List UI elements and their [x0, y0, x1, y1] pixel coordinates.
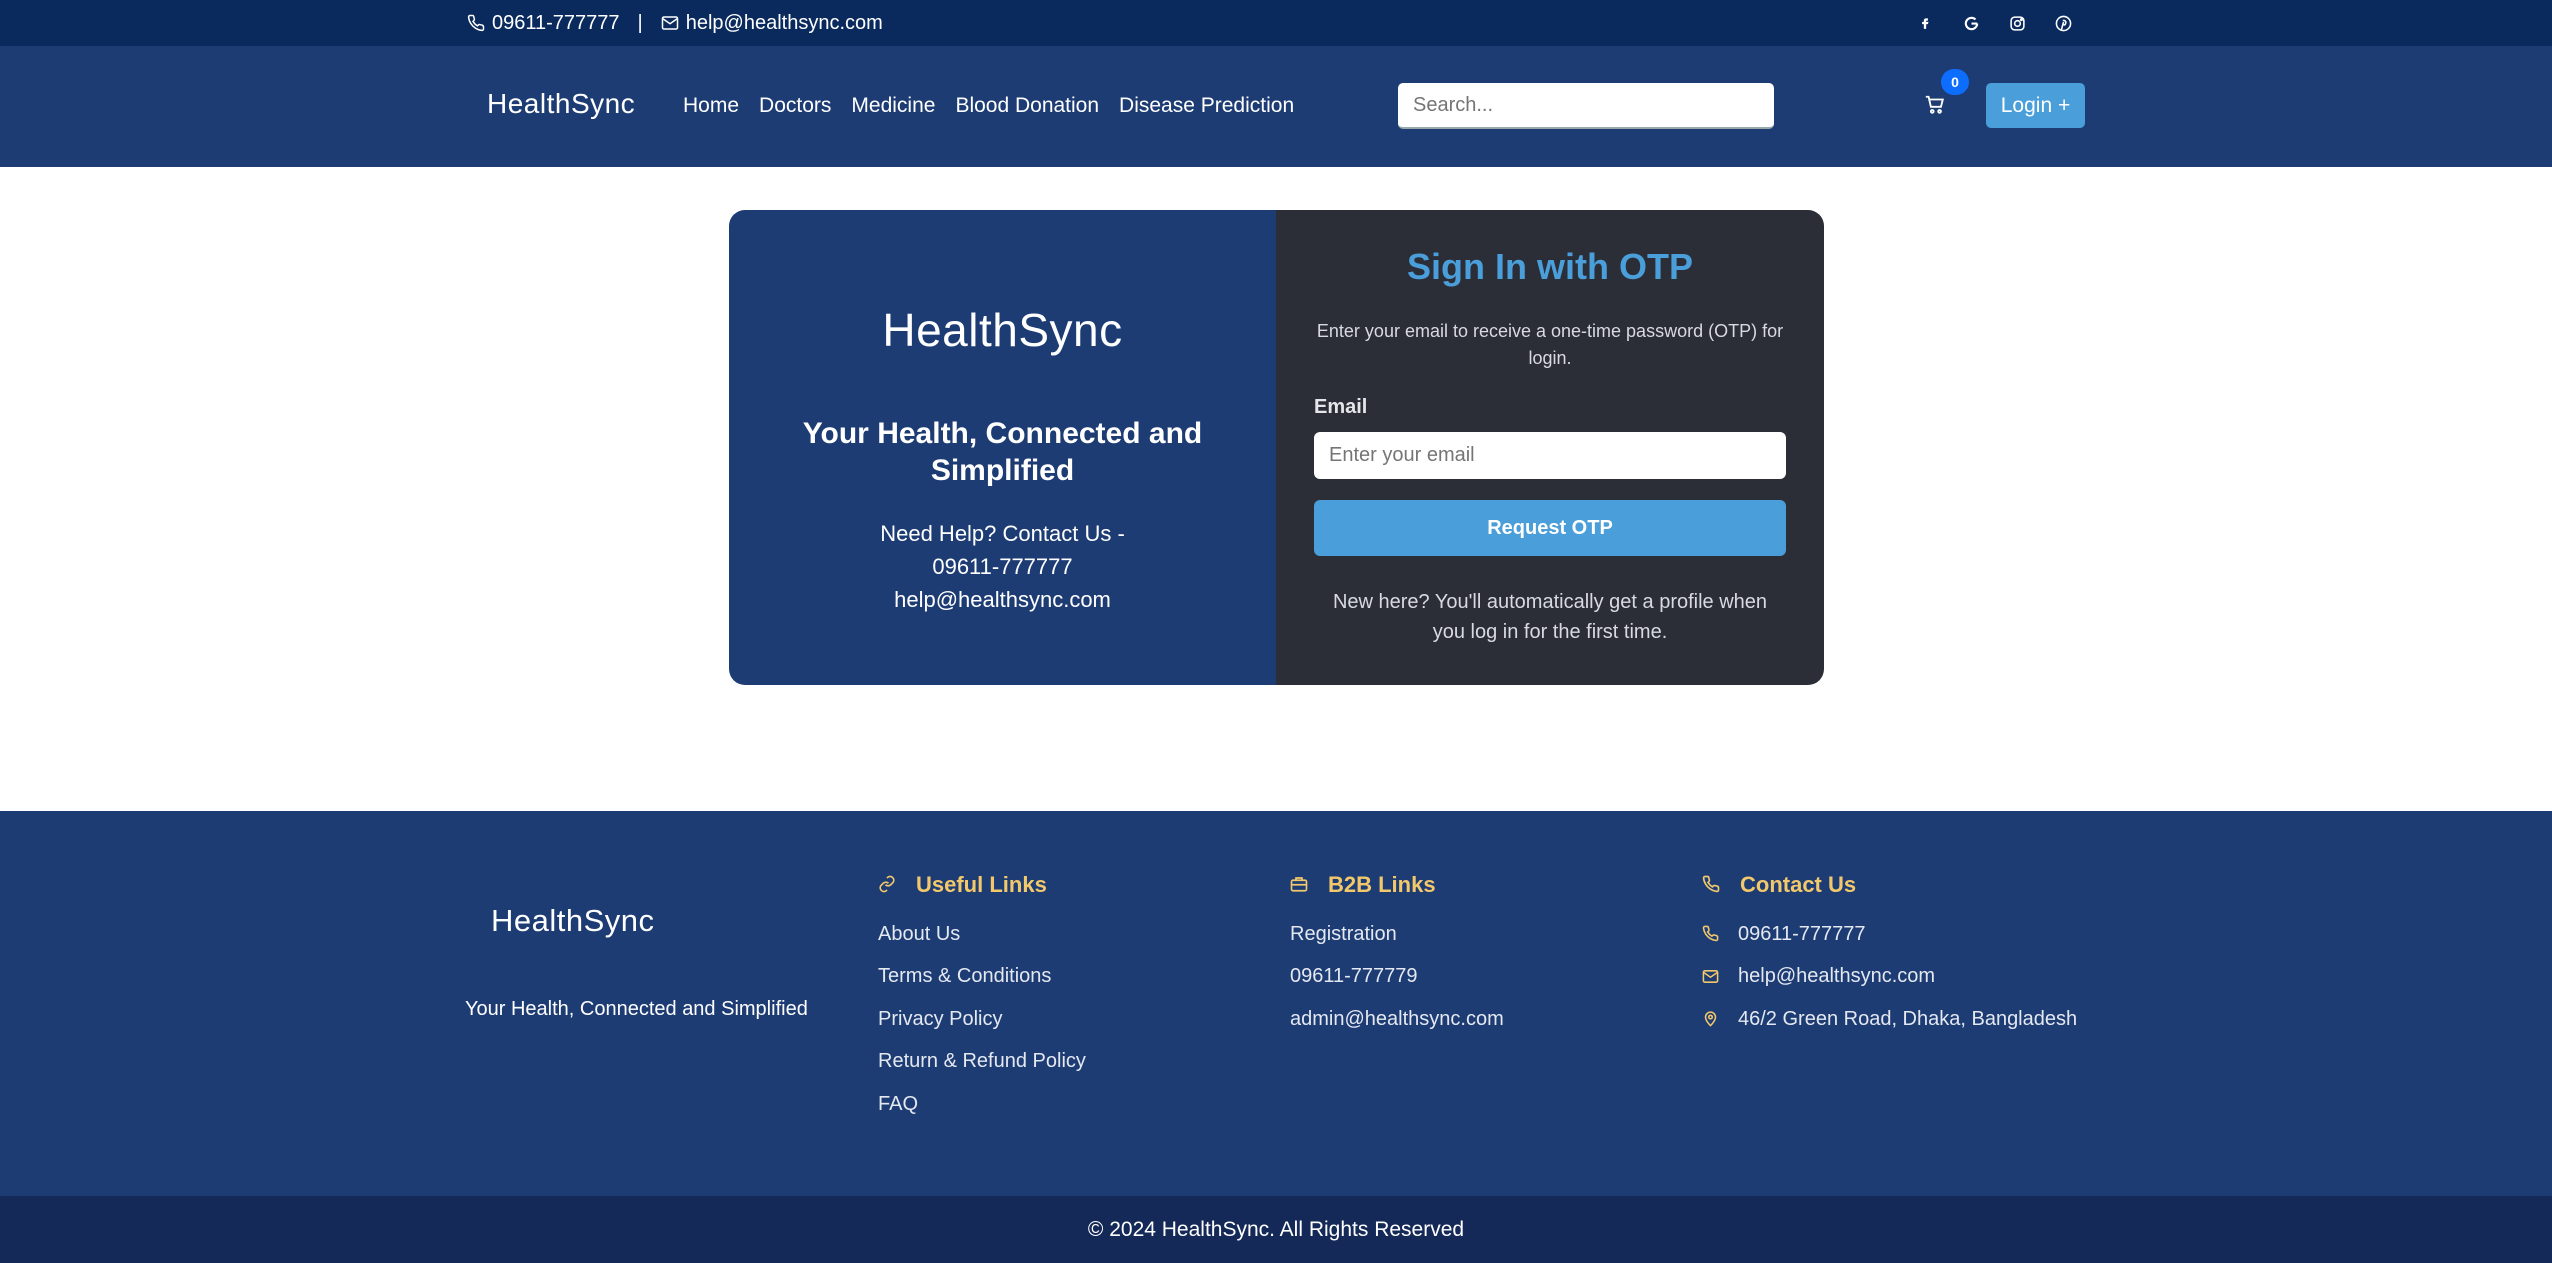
- mail-icon: [661, 14, 679, 32]
- b2b-link-email[interactable]: admin@healthsync.com: [1290, 998, 1504, 1041]
- useful-links-title: Useful Links: [916, 872, 1047, 897]
- brand-logo: HealthSync: [882, 304, 1123, 356]
- pinterest-icon[interactable]: [2054, 14, 2072, 32]
- contact-address: 46/2 Green Road, Dhaka, Bangladesh: [1702, 998, 2077, 1041]
- contact-title: Contact Us: [1740, 872, 1857, 897]
- cart-count-badge: 0: [1941, 69, 1969, 95]
- request-otp-button[interactable]: Request OTP: [1314, 500, 1786, 556]
- footer-link-faq[interactable]: FAQ: [878, 1083, 1086, 1126]
- top-bar: 09611-777777 | help@healthsync.com: [0, 0, 2552, 46]
- help-text: Need Help? Contact Us -: [880, 521, 1125, 546]
- nav-medicine[interactable]: Medicine: [851, 94, 935, 118]
- top-email[interactable]: help@healthsync.com: [686, 12, 883, 35]
- new-user-note: New here? You'll automatically get a pro…: [1332, 591, 1768, 643]
- help-phone[interactable]: 09611-777777: [809, 550, 1196, 583]
- form-title: Sign In with OTP: [1407, 246, 1693, 287]
- briefcase-icon: [1290, 875, 1310, 895]
- useful-links-column: Useful Links About Us Terms & Conditions…: [878, 871, 1086, 1126]
- nav-home[interactable]: Home: [683, 94, 739, 118]
- email-field[interactable]: [1314, 432, 1786, 479]
- copyright-text: © 2024 HealthSync. All Rights Reserved: [1087, 1217, 1465, 1241]
- footer: HealthSync Your Health, Connected and Si…: [0, 811, 2552, 1196]
- contact-heading: Contact Us: [1702, 871, 2077, 899]
- contact-phone[interactable]: 09611-777777: [1702, 913, 2077, 956]
- social-links: [1916, 0, 2072, 46]
- nav-logo[interactable]: HealthSync: [487, 88, 635, 120]
- b2b-link-phone[interactable]: 09611-777779: [1290, 956, 1504, 999]
- footer-logo[interactable]: HealthSync: [491, 903, 655, 939]
- footer-link-refund[interactable]: Return & Refund Policy: [878, 1041, 1086, 1084]
- top-contact: 09611-777777 | help@healthsync.com: [467, 0, 883, 46]
- b2b-links-heading: B2B Links: [1290, 871, 1504, 899]
- cart-icon[interactable]: [1924, 94, 1948, 118]
- google-icon[interactable]: [1962, 14, 1980, 32]
- mail-icon: [1702, 968, 1720, 986]
- phone-icon: [467, 14, 485, 32]
- help-contact: Need Help? Contact Us - 09611-777777 hel…: [809, 517, 1196, 616]
- footer-link-privacy[interactable]: Privacy Policy: [878, 998, 1086, 1041]
- map-pin-icon: [1702, 1010, 1720, 1028]
- top-separator: |: [637, 11, 643, 34]
- contact-address-text: 46/2 Green Road, Dhaka, Bangladesh: [1738, 1007, 2078, 1030]
- brand-tagline: Your Health, Connected and Simplified: [802, 417, 1203, 487]
- search-input[interactable]: [1398, 83, 1774, 129]
- instagram-icon[interactable]: [2008, 14, 2026, 32]
- navbar: HealthSync Home Doctors Medicine Blood D…: [0, 46, 2552, 167]
- link-icon: [878, 875, 898, 895]
- footer-link-terms[interactable]: Terms & Conditions: [878, 956, 1086, 999]
- facebook-icon[interactable]: [1916, 14, 1934, 32]
- phone-icon: [1702, 875, 1722, 895]
- signin-card: HealthSync Your Health, Connected and Si…: [729, 210, 1824, 685]
- nav-disease-prediction[interactable]: Disease Prediction: [1119, 94, 1294, 118]
- contact-phone-text: 09611-777777: [1738, 922, 1866, 945]
- b2b-links-column: B2B Links Registration 09611-777779 admi…: [1290, 871, 1504, 1041]
- top-phone[interactable]: 09611-777777: [492, 12, 620, 35]
- phone-icon: [1702, 925, 1720, 943]
- email-label: Email: [1314, 396, 1368, 418]
- nav-blood-donation[interactable]: Blood Donation: [955, 94, 1099, 118]
- form-description: Enter your email to receive a one-time p…: [1316, 321, 1784, 368]
- contact-column: Contact Us 09611-777777 help@healthsync.…: [1702, 871, 2077, 1041]
- b2b-link-registration[interactable]: Registration: [1290, 913, 1504, 956]
- footer-tagline: Your Health, Connected and Simplified: [465, 998, 808, 1020]
- copyright-bar: © 2024 HealthSync. All Rights Reserved: [0, 1196, 2552, 1263]
- contact-email[interactable]: help@healthsync.com: [1702, 956, 2077, 999]
- contact-email-text: help@healthsync.com: [1738, 965, 1936, 988]
- help-email[interactable]: help@healthsync.com: [809, 583, 1196, 616]
- nav-doctors[interactable]: Doctors: [759, 94, 831, 118]
- footer-link-about[interactable]: About Us: [878, 913, 1086, 956]
- b2b-links-title: B2B Links: [1328, 872, 1436, 897]
- brand-panel: HealthSync Your Health, Connected and Si…: [729, 210, 1276, 685]
- otp-form-panel: Sign In with OTP Enter your email to rec…: [1276, 210, 1824, 685]
- nav-links: Home Doctors Medicine Blood Donation Dis…: [683, 94, 1294, 118]
- login-button[interactable]: Login +: [1986, 83, 2085, 128]
- useful-links-heading: Useful Links: [878, 871, 1086, 899]
